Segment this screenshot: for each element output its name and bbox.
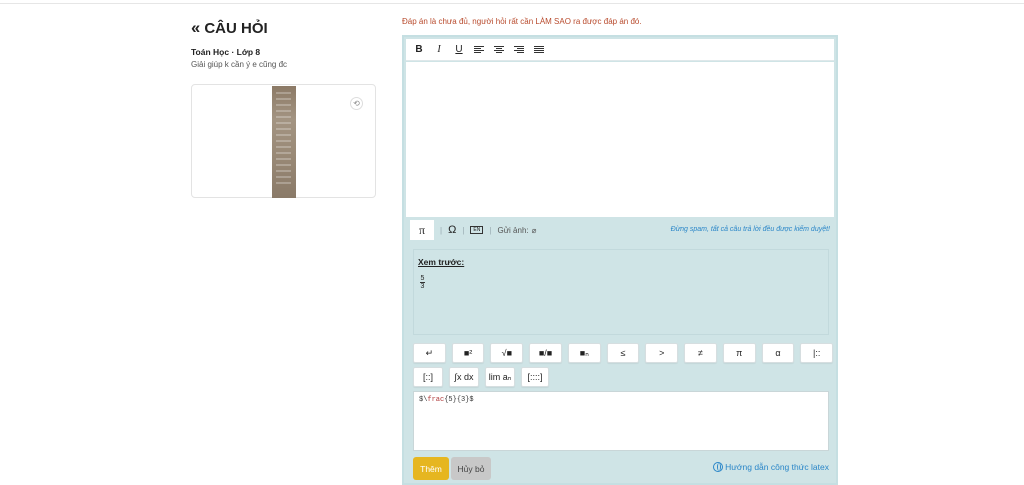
align-left-icon[interactable] bbox=[474, 45, 484, 54]
question-photo[interactable] bbox=[272, 86, 296, 198]
answer-warning: Đáp án là chưa đủ, người hỏi rất cần LÀM… bbox=[402, 17, 642, 26]
answer-actions: Thêm Hủy bỏ Hướng dẫn công thức latex bbox=[413, 457, 829, 481]
key-fraction[interactable]: ■/■ bbox=[529, 343, 562, 363]
latex-guide-label: Hướng dẫn công thức latex bbox=[725, 462, 829, 472]
add-answer-button[interactable]: Thêm bbox=[413, 457, 449, 480]
double-chevron-left-icon: ‹‹ bbox=[191, 18, 200, 37]
math-tabs: π | Ω | EN | Gửi ảnh: ⌀ Đừng spam, tất c… bbox=[406, 219, 834, 241]
question-image-card: ⟲ bbox=[191, 84, 376, 198]
format-toolbar: B I U bbox=[406, 39, 834, 61]
latex-command: frac bbox=[427, 396, 445, 404]
key-subscript[interactable]: ■ₙ bbox=[567, 343, 601, 363]
tab-separator: | bbox=[462, 225, 465, 235]
question-text: Giải giúp k cần ý e cũng đc bbox=[191, 60, 288, 69]
rotate-icon[interactable]: ⟲ bbox=[350, 97, 363, 110]
back-label: CÂU HỎI bbox=[204, 19, 268, 37]
bold-button[interactable]: B bbox=[414, 44, 424, 55]
latex-args: {5}{3}$ bbox=[444, 396, 474, 404]
italic-button[interactable]: I bbox=[434, 44, 444, 55]
back-to-question-link[interactable]: ‹‹ CÂU HỎI bbox=[191, 18, 377, 38]
tab-separator: | bbox=[489, 225, 492, 235]
align-justify-icon[interactable] bbox=[534, 45, 544, 54]
tab-math-symbols[interactable]: π bbox=[410, 220, 434, 240]
key-power[interactable]: ■² bbox=[451, 343, 485, 363]
answer-editor-panel: B I U π | Ω | EN | Gửi ảnh: ⌀ Đừng spam,… bbox=[402, 35, 838, 485]
key-not-equal[interactable]: ≠ bbox=[684, 343, 717, 363]
key-integral[interactable]: ∫x dx bbox=[449, 367, 479, 387]
keypad-row-2: [::] ∫x dx lim aₙ [::::] bbox=[413, 367, 833, 387]
key-limit[interactable]: lim aₙ bbox=[485, 367, 515, 387]
preview-fraction: 5 3 bbox=[420, 275, 425, 290]
globe-icon bbox=[713, 462, 724, 472]
latex-guide-link[interactable]: Hướng dẫn công thức latex bbox=[713, 462, 829, 472]
send-image-label: Gửi ảnh: bbox=[497, 225, 529, 235]
key-grid[interactable]: [::::] bbox=[521, 367, 549, 387]
keypad-row-1: ↵ ■² √■ ■/■ ■ₙ ≤ > ≠ π α |:: bbox=[413, 343, 834, 363]
question-panel: ‹‹ CÂU HỎI Toán Học · Lớp 8 Giải giúp k … bbox=[191, 18, 377, 198]
spam-notice: Đừng spam, tất cả câu trả lời đều được k… bbox=[670, 226, 830, 233]
latex-preview: Xem trước: 5 3 bbox=[413, 249, 829, 335]
cancel-button[interactable]: Hủy bỏ bbox=[451, 457, 491, 480]
question-subject: Toán Học · Lớp 8 bbox=[191, 47, 261, 57]
keyboard-icon[interactable]: EN bbox=[470, 226, 484, 234]
key-newline[interactable]: ↵ bbox=[413, 343, 446, 363]
key-matrix[interactable]: [::] bbox=[413, 367, 443, 387]
key-matrix-bar[interactable]: |:: bbox=[800, 343, 834, 363]
align-right-icon[interactable] bbox=[514, 45, 524, 54]
tab-special-chars[interactable]: Ω bbox=[448, 224, 456, 236]
top-border bbox=[0, 0, 1024, 4]
align-center-icon[interactable] bbox=[494, 45, 504, 54]
key-alpha[interactable]: α bbox=[761, 343, 795, 363]
key-sqrt[interactable]: √■ bbox=[490, 343, 524, 363]
answer-text-editor[interactable] bbox=[406, 62, 834, 217]
underline-button[interactable]: U bbox=[454, 44, 464, 55]
paperclip-icon: ⌀ bbox=[531, 225, 537, 235]
preview-title: Xem trước: bbox=[418, 257, 465, 267]
math-keypad: ↵ ■² √■ ■/■ ■ₙ ≤ > ≠ π α |:: [::] ∫x dx … bbox=[413, 343, 834, 391]
key-pi[interactable]: π bbox=[722, 343, 756, 363]
tab-separator: | bbox=[440, 225, 443, 235]
fraction-numerator: 5 bbox=[420, 275, 425, 282]
fraction-denominator: 3 bbox=[420, 283, 425, 290]
key-greater[interactable]: > bbox=[645, 343, 679, 363]
send-image-button[interactable]: Gửi ảnh: ⌀ bbox=[497, 226, 536, 235]
key-less-equal[interactable]: ≤ bbox=[606, 343, 640, 363]
latex-input[interactable]: $\frac{5}{3}$ bbox=[413, 391, 829, 451]
